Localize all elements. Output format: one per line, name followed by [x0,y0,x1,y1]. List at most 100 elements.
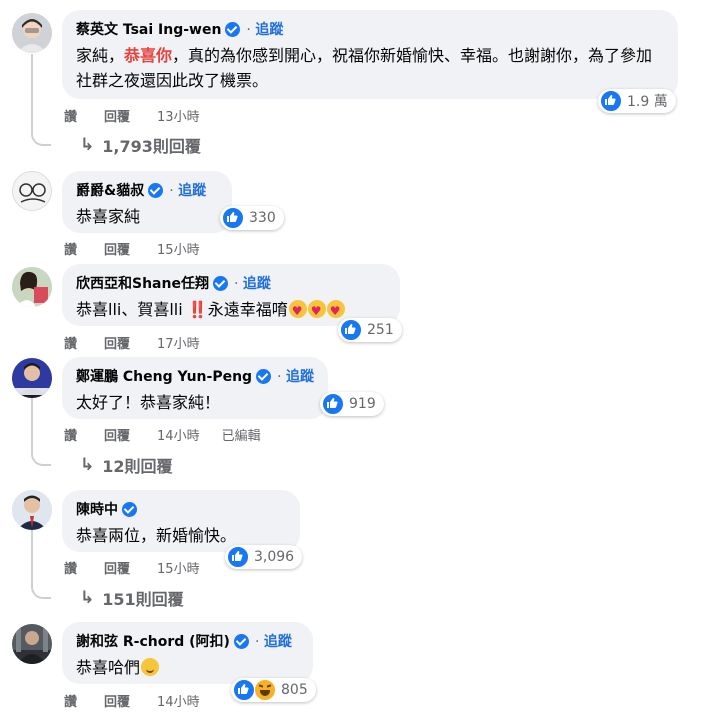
timestamp[interactable]: 14小時 [157,691,200,710]
follow-button[interactable]: 追蹤 [169,180,206,200]
view-replies-link[interactable]: ↳ 12則回覆 [80,453,173,477]
commenter-name[interactable]: 謝和弦 R-chord (阿扣) [76,631,230,651]
reaction-number: 330 [249,210,276,226]
thread-curve [31,446,51,466]
comment-bubble: 陳時中 恭喜兩位，新婚愉快。 [62,490,300,552]
timestamp[interactable]: 15小時 [157,558,200,577]
thread-curve [31,579,51,599]
avatar[interactable] [12,171,52,211]
commenter-name[interactable]: 蔡英文 Tsai Ing-wen [76,19,221,39]
commenter-name[interactable]: 陳時中 [76,499,118,519]
comment-bubble: 爵爵&貓叔 追蹤 恭喜家純 [62,171,232,233]
verified-badge-icon [212,275,228,291]
timestamp[interactable]: 15小時 [157,239,200,258]
view-replies-link[interactable]: ↳ 151則回覆 [80,586,184,610]
reaction-number: 251 [367,322,394,338]
reply-arrow-icon: ↳ [80,455,95,475]
comment-text: 家純，恭喜你，真的為你感到開心，祝福你新婚愉快、幸福。也謝謝你，為了參加社群之夜… [76,43,666,93]
smiling-hearts-emoji [288,299,307,324]
reply-button[interactable]: 回覆 [104,239,130,258]
verified-badge-icon [122,501,137,517]
timestamp[interactable]: 13小時 [157,106,200,125]
comment-text: 恭喜家純 [76,207,141,226]
reaction-count[interactable]: 251 [338,318,402,342]
like-reaction-icon [340,319,362,341]
like-reaction-icon [227,546,249,568]
reply-button[interactable]: 回覆 [104,425,130,444]
reaction-count[interactable]: 1.9 萬 [598,89,676,113]
reaction-number: 3,096 [254,549,295,565]
timestamp[interactable]: 17小時 [157,333,200,352]
comment-bubble: 謝和弦 R-chord (阿扣) 追蹤 恭喜哈們 [62,622,313,684]
comment-actions: 讚 回覆 14小時 已編輯 [64,425,288,444]
replies-count: 151則回覆 [102,590,184,609]
comment-actions: 讚 回覆 15小時 [64,239,222,258]
replies-count: 12則回覆 [102,457,173,476]
commenter-name[interactable]: 爵爵&貓叔 [76,180,144,200]
verified-badge-icon [256,368,272,384]
edited-label: 已編輯 [221,429,261,444]
comment-actions: 讚 回覆 13小時 [64,106,222,125]
reaction-count[interactable]: 805 [231,678,316,702]
like-button[interactable]: 讚 [64,333,77,352]
view-replies-link[interactable]: ↳ 1,793則回覆 [80,133,201,157]
like-button[interactable]: 讚 [64,691,77,710]
reaction-count[interactable]: 919 [320,392,384,416]
like-button[interactable]: 讚 [64,239,77,258]
like-reaction-icon [233,679,255,701]
avatar[interactable] [12,267,52,307]
like-button[interactable]: 讚 [64,106,77,125]
follow-button[interactable]: 追蹤 [234,273,271,293]
verified-badge-icon [148,182,164,198]
timestamp[interactable]: 14小時 [157,425,200,444]
reply-button[interactable]: 回覆 [104,106,130,125]
smiling-hearts-emoji [326,299,345,324]
reaction-count[interactable]: 330 [220,206,284,230]
commenter-name[interactable]: 欣西亞和Shane任翔 [76,273,209,293]
comment-text-part: 恭喜lli、賀喜lli [76,300,188,319]
comment-text: 恭喜lli、賀喜lli ‼️永遠幸福唷 [76,297,386,324]
comment-actions: 讚 回覆 17小時 [64,333,222,352]
follow-button[interactable]: 追蹤 [277,366,314,386]
thread-curve [31,126,51,146]
like-reaction-icon [322,393,344,415]
verified-badge-icon [233,633,249,649]
comment-highlight-tag[interactable]: 恭喜你 [124,46,172,65]
double-exclamation-emoji: ‼️ [187,300,208,319]
comment-bubble: 蔡英文 Tsai Ing-wen 追蹤 家純，恭喜你，真的為你感到開心，祝福你新… [62,10,678,99]
comment-actions: 讚 回覆 14小時 [64,691,222,710]
follow-button[interactable]: 追蹤 [246,19,283,39]
thread-line [31,527,33,584]
thread-line [31,391,33,451]
reply-button[interactable]: 回覆 [104,333,130,352]
reply-button[interactable]: 回覆 [104,558,130,577]
thread-line [31,54,33,132]
like-reaction-icon [600,90,622,112]
comment-text: 太好了！恭喜家純！ [76,393,221,412]
comment-text-part: 恭喜哈們 [76,658,141,677]
reaction-number: 919 [349,396,376,412]
reaction-number: 805 [281,682,308,698]
reply-button[interactable]: 回覆 [104,691,130,710]
follow-button[interactable]: 追蹤 [255,631,292,651]
avatar[interactable] [12,358,52,398]
commenter-name[interactable]: 鄭運鵬 Cheng Yun-Peng [76,366,252,386]
avatar[interactable] [12,13,52,53]
comment-bubble: 鄭運鵬 Cheng Yun-Peng 追蹤 太好了！恭喜家純！ [62,357,328,419]
like-button[interactable]: 讚 [64,425,77,444]
avatar[interactable] [12,490,52,530]
smiling-face-emoji [141,658,160,676]
reply-arrow-icon: ↳ [80,588,95,608]
replies-count: 1,793則回覆 [102,137,201,156]
avatar[interactable] [12,624,52,664]
comment-text-part: 永遠幸福唷 [207,300,288,319]
comment-text: 恭喜哈們 [76,655,299,680]
like-reaction-icon [222,207,244,229]
reply-arrow-icon: ↳ [80,135,95,155]
comment-actions: 讚 回覆 15小時 [64,558,222,577]
reaction-number: 1.9 萬 [627,94,668,110]
reaction-count[interactable]: 3,096 [225,545,303,569]
smiling-hearts-emoji [307,299,326,324]
verified-badge-icon [225,21,241,37]
like-button[interactable]: 讚 [64,558,77,577]
